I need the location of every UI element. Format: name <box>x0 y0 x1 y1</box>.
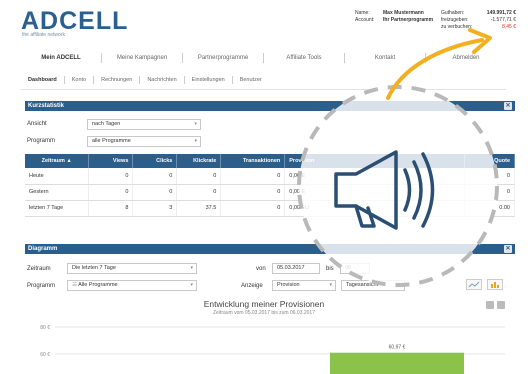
overlay-graphic <box>297 28 499 287</box>
dashed-circle <box>297 85 499 287</box>
